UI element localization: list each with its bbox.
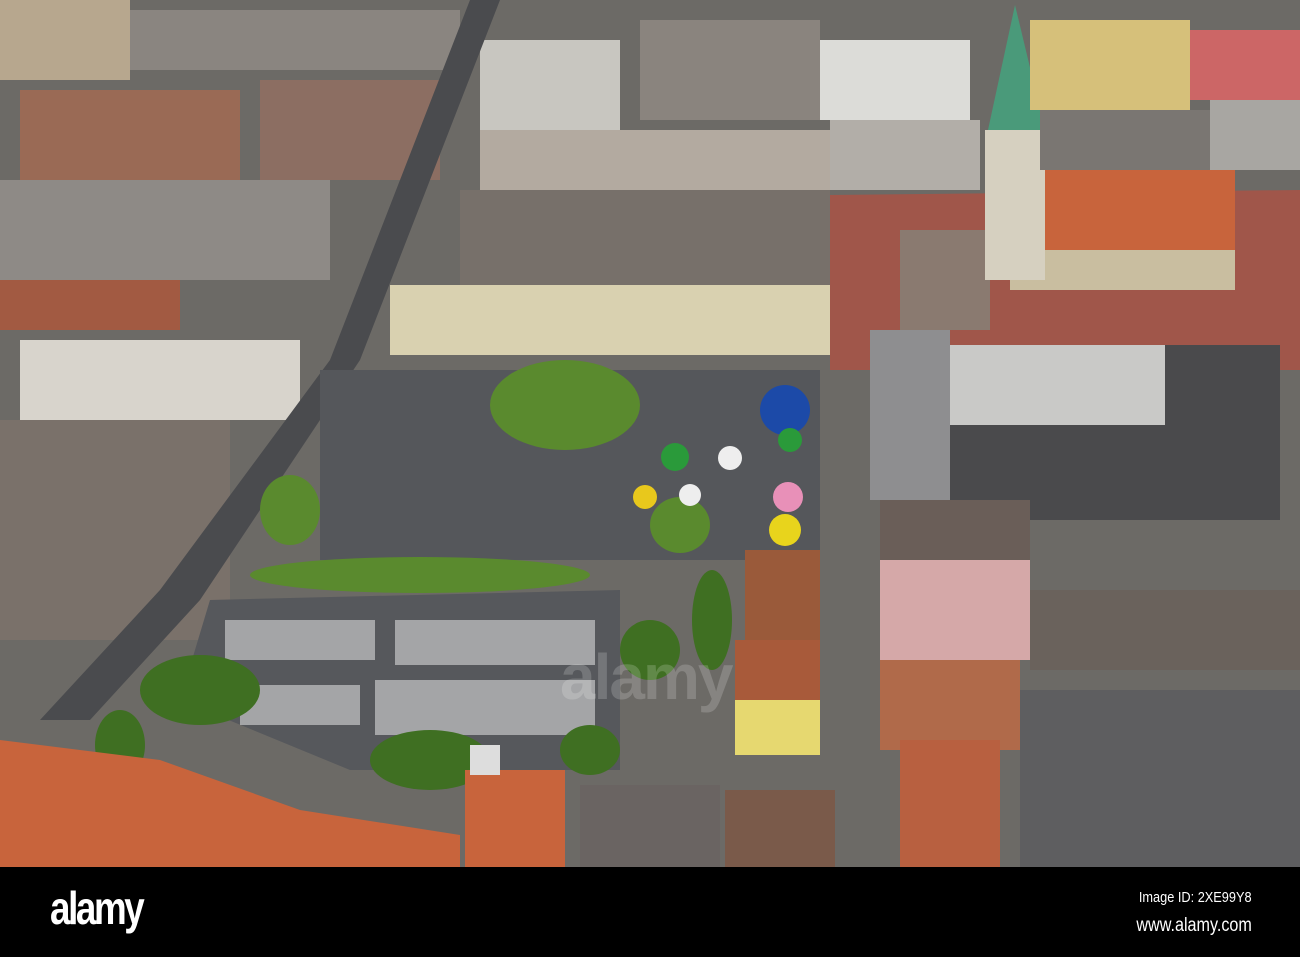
alamy-logo: alamy (50, 882, 145, 934)
stock-photo: alamy alamy Image ID: 2XE99Y8 www.alamy.… (0, 0, 1300, 957)
footer-bar: alamy Image ID: 2XE99Y8 www.alamy.com (0, 867, 1300, 957)
watermark: alamy (560, 641, 733, 713)
website-link[interactable]: www.alamy.com (1137, 915, 1252, 937)
aerial-photo (0, 0, 1300, 867)
image-id: Image ID: 2XE99Y8 (1139, 889, 1252, 906)
